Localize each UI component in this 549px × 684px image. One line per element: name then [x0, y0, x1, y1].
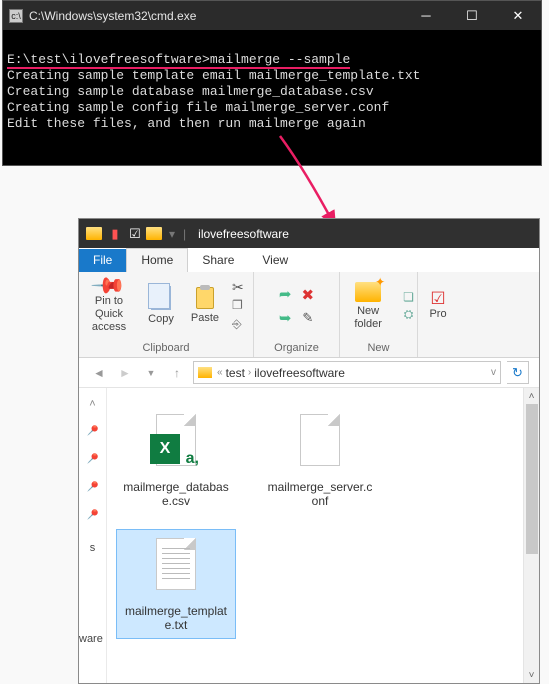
window-title: ilovefreesoftware	[198, 227, 289, 241]
cmd-line: Creating sample config file mailmerge_se…	[7, 100, 389, 115]
file-item[interactable]: mailmerge_template.txt	[117, 530, 235, 638]
tab-share[interactable]: Share	[188, 249, 248, 272]
qat-properties-icon[interactable]: ▮	[105, 224, 125, 244]
nav-forward-button[interactable]: ►	[115, 363, 135, 383]
scroll-thumb[interactable]	[526, 404, 538, 554]
breadcrumb-sep: «	[217, 367, 223, 378]
explorer-titlebar[interactable]: ▮ ☑ ▾ | ilovefreesoftware	[79, 219, 539, 248]
delete-button[interactable]: ✖	[302, 286, 315, 304]
minimize-button[interactable]: ─	[403, 1, 449, 30]
scroll-up-icon[interactable]: ˄	[524, 388, 539, 404]
cmd-titlebar[interactable]: c:\ C:\Windows\system32\cmd.exe ─ ☐ ✕	[3, 1, 541, 30]
nav-item-fragment: ware	[79, 633, 103, 645]
qat-dropdown-icon[interactable]: ▾	[169, 227, 175, 241]
paste-button[interactable]: Paste	[188, 287, 222, 325]
cmd-prompt-path: E:\test\ilovefreesoftware>	[7, 52, 210, 67]
paste-shortcut-button[interactable]: ⎆	[232, 317, 248, 333]
refresh-button[interactable]: ↻	[507, 361, 529, 384]
nav-recent-button[interactable]: ▼	[141, 363, 161, 383]
nav-pane[interactable]: ˄ 📍 📍 📍 📍 s ware	[79, 388, 107, 683]
pin-icon: 📍	[82, 477, 102, 497]
cmd-line: Creating sample template email mailmerge…	[7, 68, 420, 83]
group-label-new: New	[367, 340, 389, 357]
chevron-up-icon[interactable]: ˄	[89, 398, 95, 410]
cmd-window: c:\ C:\Windows\system32\cmd.exe ─ ☐ ✕ E:…	[2, 0, 542, 166]
breadcrumb[interactable]: test	[226, 366, 245, 380]
scroll-down-icon[interactable]: ˅	[524, 667, 539, 683]
tab-home[interactable]: Home	[126, 248, 188, 272]
address-bar: ◄ ► ▼ ↑ « test › ilovefreesoftware v ↻	[79, 358, 539, 388]
nav-up-button[interactable]: ↑	[167, 363, 187, 383]
copy-to-button[interactable]: ➥	[279, 309, 292, 327]
explorer-window: ▮ ☑ ▾ | ilovefreesoftware File Home Shar…	[78, 218, 540, 684]
conf-file-icon	[292, 412, 348, 474]
copy-button[interactable]: Copy	[144, 286, 178, 326]
folder-icon	[145, 224, 165, 244]
folder-icon	[198, 367, 212, 378]
pin-icon: 📍	[82, 449, 102, 469]
cmd-title-text: C:\Windows\system32\cmd.exe	[29, 9, 196, 23]
qat-checkbox-icon[interactable]: ☑	[125, 224, 145, 244]
easy-access-button[interactable]: ⛭	[404, 307, 414, 322]
nav-item-fragment: s	[90, 542, 96, 554]
tab-view[interactable]: View	[248, 249, 302, 272]
address-input[interactable]: « test › ilovefreesoftware v	[193, 361, 501, 384]
nav-back-button[interactable]: ◄	[89, 363, 109, 383]
maximize-button[interactable]: ☐	[449, 1, 495, 30]
file-item[interactable]: X a, mailmerge_database.csv	[117, 406, 235, 514]
ribbon-tabs: File Home Share View	[79, 248, 539, 272]
explorer-body: ˄ 📍 📍 📍 📍 s ware X a, mailmerge_database…	[79, 388, 539, 683]
properties-label: Pro	[429, 308, 446, 321]
folder-icon	[85, 224, 105, 244]
pin-icon: 📍	[82, 505, 102, 525]
group-label-clipboard: Clipboard	[142, 340, 189, 357]
file-label: mailmerge_template.txt	[123, 604, 229, 632]
address-dropdown-icon[interactable]: v	[491, 367, 496, 378]
cmd-icon: c:\	[9, 9, 23, 23]
file-list[interactable]: X a, mailmerge_database.csv mailmerge_se…	[107, 388, 523, 683]
new-folder-button[interactable]: New folder	[343, 282, 393, 331]
cmd-line: Edit these files, and then run mailmerge…	[7, 116, 366, 131]
cut-button[interactable]: ✂	[232, 279, 248, 295]
paste-label: Paste	[191, 312, 219, 325]
pin-quickaccess-button[interactable]: 📌 Pin to Quick access	[84, 279, 134, 334]
ribbon: 📌 Pin to Quick access Copy Paste ✂ ❐ ⎆ C…	[79, 272, 539, 358]
cmd-line: Creating sample database mailmerge_datab…	[7, 84, 374, 99]
tab-file[interactable]: File	[79, 249, 126, 272]
close-button[interactable]: ✕	[495, 1, 541, 30]
pin-icon: 📍	[82, 421, 102, 441]
copy-label: Copy	[148, 313, 174, 326]
cmd-output[interactable]: E:\test\ilovefreesoftware>mailmerge --sa…	[3, 30, 541, 148]
newfolder-label: New folder	[343, 305, 393, 331]
csv-file-icon: X a,	[148, 412, 204, 474]
folder-new-icon	[355, 282, 381, 302]
properties-button[interactable]: ☑ Pro	[422, 292, 454, 321]
move-to-button[interactable]: ➦	[279, 285, 292, 303]
new-item-button[interactable]: ❏	[403, 290, 414, 304]
copy-path-button[interactable]: ❐	[232, 298, 248, 314]
txt-file-icon	[148, 536, 204, 598]
group-label-organize: Organize	[274, 340, 319, 357]
file-label: mailmerge_server.conf	[267, 480, 373, 508]
copy-icon	[151, 286, 171, 310]
cmd-prompt-command: mailmerge --sample	[210, 52, 350, 67]
rename-button[interactable]: ✎	[302, 310, 313, 326]
file-item[interactable]: mailmerge_server.conf	[261, 406, 379, 514]
properties-icon: ☑	[430, 292, 445, 305]
chevron-right-icon[interactable]: ›	[248, 367, 251, 378]
vertical-scrollbar[interactable]: ˄ ˅	[523, 388, 539, 683]
paste-icon	[196, 287, 214, 309]
breadcrumb[interactable]: ilovefreesoftware	[254, 366, 345, 380]
file-label: mailmerge_database.csv	[123, 480, 229, 508]
